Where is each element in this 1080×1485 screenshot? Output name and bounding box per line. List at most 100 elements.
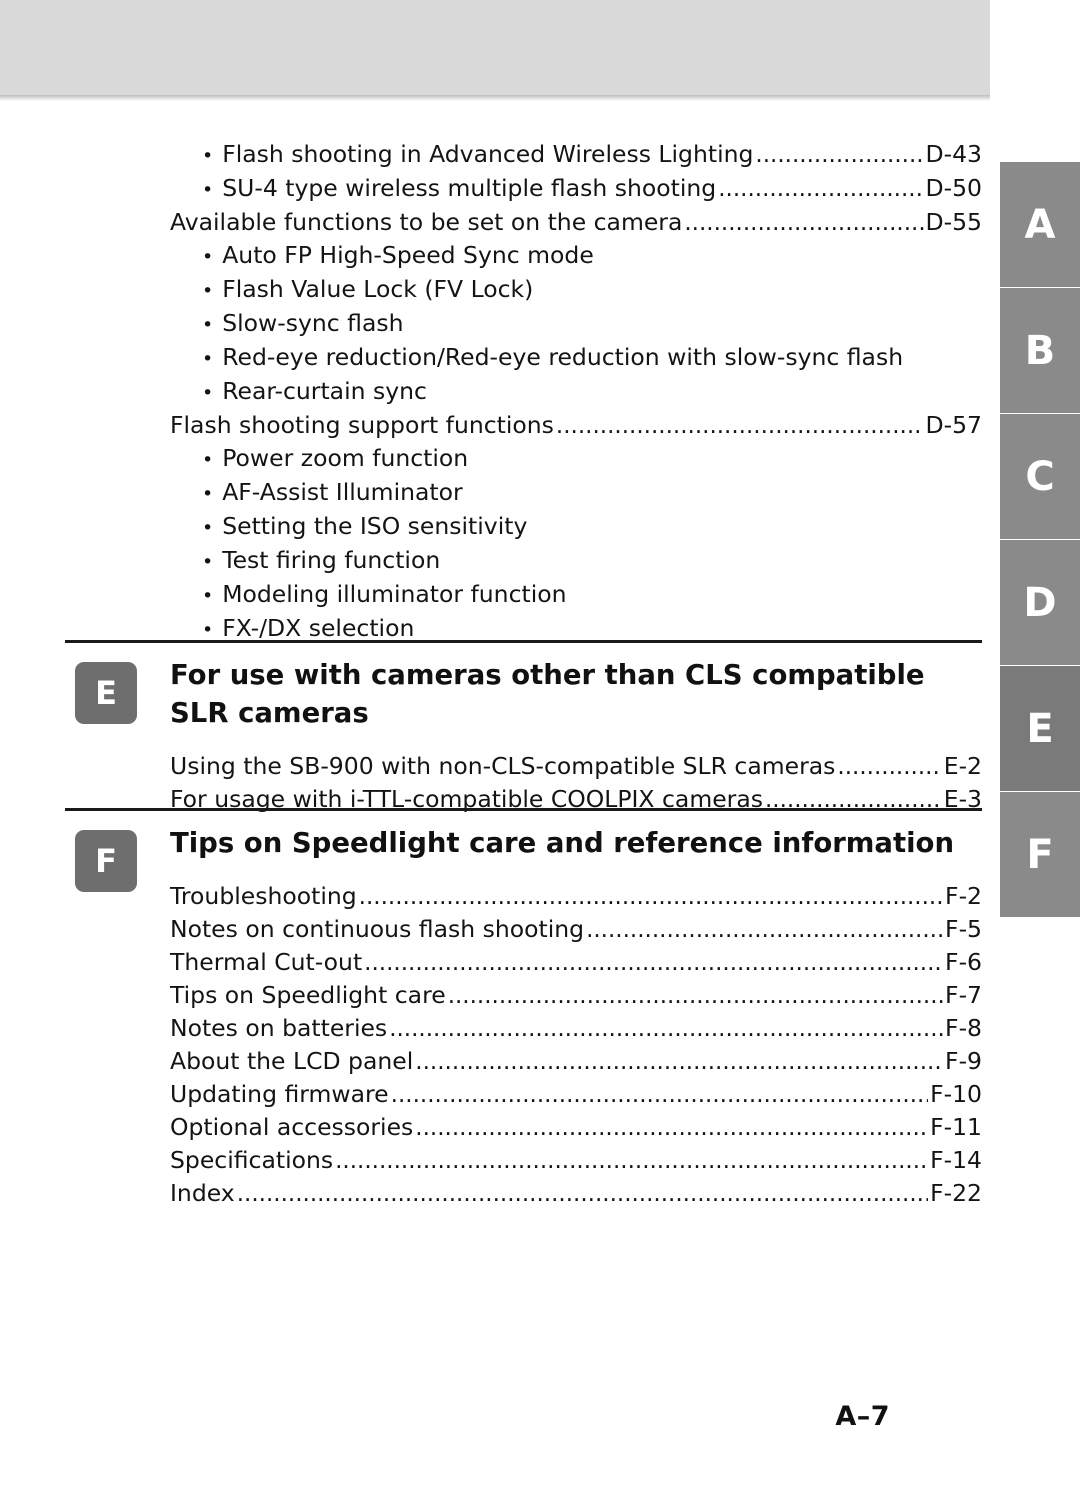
bullet-icon: •	[202, 280, 214, 302]
thumb-index-tab-e[interactable]: E	[1000, 666, 1080, 791]
bullet-icon: •	[202, 483, 214, 505]
toc-entry[interactable]: •Test firing function...................…	[170, 544, 982, 578]
bullet-icon: •	[202, 246, 214, 268]
toc-entry[interactable]: •Rear-curtain sync......................…	[170, 375, 982, 409]
toc-entry-label: Slow-sync flash	[222, 309, 404, 337]
toc-entry-label: Tips on Speedlight care	[170, 981, 446, 1009]
leader-dots: ........................................…	[755, 142, 924, 168]
leader-dots: ........................................…	[390, 1082, 929, 1108]
section-entry-list: Using the SB-900 with non-CLS-compatible…	[170, 750, 982, 816]
thumb-index-tab-c[interactable]: C	[1000, 414, 1080, 539]
toc-entry-page: F-7	[945, 981, 982, 1009]
toc-entry[interactable]: For usage with i-TTL-compatible COOLPIX …	[170, 783, 982, 816]
toc-entry[interactable]: Available functions to be set on the cam…	[170, 206, 982, 239]
leader-dots: ........................................…	[718, 176, 923, 202]
toc-entry-page: D-50	[925, 174, 982, 202]
toc-entry-label: Power zoom function	[222, 444, 469, 472]
thumb-index-tab-b[interactable]: B	[1000, 288, 1080, 413]
leader-dots: ........................................…	[236, 1181, 929, 1207]
toc-entry-label: Flash shooting in Advanced Wireless Ligh…	[222, 140, 754, 168]
leader-dots: ........................................…	[684, 210, 923, 236]
toc-entry[interactable]: Troubleshooting.........................…	[170, 880, 982, 913]
thumb-index-tab-d[interactable]: D	[1000, 540, 1080, 665]
toc-entry[interactable]: •AF-Assist Illuminator..................…	[170, 476, 982, 510]
section-title: For use with cameras other than CLS comp…	[170, 659, 925, 729]
toc-entry-page: F-2	[945, 882, 982, 910]
toc-entry-label: Thermal Cut-out	[170, 948, 363, 976]
bullet-icon: •	[202, 382, 214, 404]
toc-entry-page: F-10	[930, 1080, 982, 1108]
section-entry-list: Troubleshooting.........................…	[170, 880, 982, 1210]
toc-entry[interactable]: •Flash Value Lock (FV Lock).............…	[170, 273, 982, 307]
toc-entry-label: Notes on batteries	[170, 1014, 388, 1042]
toc-entry-page: F-6	[945, 948, 982, 976]
toc-entry-label: SU-4 type wireless multiple flash shooti…	[222, 174, 717, 202]
toc-entry-label: Red-eye reduction/Red-eye reduction with…	[222, 343, 904, 371]
toc-entry-label: About the LCD panel	[170, 1047, 414, 1075]
toc-entry-page: F-22	[930, 1179, 982, 1207]
toc-entry-page: F-8	[945, 1014, 982, 1042]
toc-entry-label: Specifications	[170, 1146, 334, 1174]
bullet-icon: •	[202, 585, 214, 607]
leader-dots: ........................................…	[837, 754, 941, 780]
toc-entry[interactable]: •Auto FP High-Speed Sync mode...........…	[170, 239, 982, 273]
toc-entry-label: Index	[170, 1179, 235, 1207]
section-title: Tips on Speedlight care and reference in…	[170, 827, 955, 859]
leader-dots: ........................................…	[389, 1016, 943, 1042]
toc-entry-page: F-9	[945, 1047, 982, 1075]
toc-entry[interactable]: Notes on batteries......................…	[170, 1012, 982, 1045]
toc-entry[interactable]: Notes on continuous flash shooting......…	[170, 913, 982, 946]
toc-entry[interactable]: Tips on Speedlight care.................…	[170, 979, 982, 1012]
toc-entry-label: Flash Value Lock (FV Lock)	[222, 275, 534, 303]
toc-entry[interactable]: • SU-4 type wireless multiple flash shoot…	[170, 172, 982, 206]
toc-entry-label: Updating firmware	[170, 1080, 389, 1108]
toc-entry[interactable]: About the LCD panel.....................…	[170, 1045, 982, 1078]
toc-entry-label: Setting the ISO sensitivity	[222, 512, 528, 540]
section-divider	[65, 640, 982, 643]
toc-entry[interactable]: • Flash shooting in Advanced Wireless Lig…	[170, 138, 982, 172]
bullet-icon: •	[202, 517, 214, 539]
section-badge-e[interactable]: E	[75, 662, 137, 724]
toc-entry-label: Troubleshooting	[170, 882, 357, 910]
leader-dots: ........................................…	[364, 950, 943, 976]
toc-entry-page: F-14	[930, 1146, 982, 1174]
toc-entry[interactable]: Optional accessories....................…	[170, 1111, 982, 1144]
toc-entry[interactable]: Updating firmware.......................…	[170, 1078, 982, 1111]
toc-entry[interactable]: •Slow-sync flash........................…	[170, 307, 982, 341]
page-header-band	[0, 0, 990, 95]
bullet-icon: •	[202, 449, 214, 471]
toc-entry-label: Flash shooting support functions	[170, 411, 554, 439]
toc-entry[interactable]: •Modeling illuminator function..........…	[170, 578, 982, 612]
toc-entry-page: D-55	[925, 208, 982, 236]
thumb-index-tab-a[interactable]: A	[1000, 162, 1080, 287]
section-badge-f[interactable]: F	[75, 830, 137, 892]
toc-entry[interactable]: Thermal Cut-out.........................…	[170, 946, 982, 979]
toc-entry-label: Available functions to be set on the cam…	[170, 208, 683, 236]
toc-entry[interactable]: Index...................................…	[170, 1177, 982, 1210]
thumb-index-tab-f[interactable]: F	[1000, 792, 1080, 917]
bullet-icon: •	[202, 551, 214, 573]
leader-dots: ........................................…	[447, 983, 944, 1009]
toc-entry-label: Modeling illuminator function	[222, 580, 567, 608]
leader-dots: ........................................…	[358, 884, 944, 910]
toc-entry[interactable]: •Power zoom function....................…	[170, 442, 982, 476]
toc-entry-page: E-2	[943, 752, 982, 780]
toc-entry-label: Test firing function	[222, 546, 441, 574]
toc-entry-label: AF-Assist Illuminator	[222, 478, 463, 506]
toc-entry[interactable]: Specifications..........................…	[170, 1144, 982, 1177]
leader-dots: ........................................…	[415, 1115, 928, 1141]
bullet-icon: •	[202, 314, 214, 336]
toc-top-entries: • Flash shooting in Advanced Wireless Lig…	[170, 138, 982, 646]
toc-entry[interactable]: •Setting the ISO sensitivity............…	[170, 510, 982, 544]
toc-entry-page: F-5	[945, 915, 982, 943]
toc-entry-label: Optional accessories	[170, 1113, 414, 1141]
toc-entry[interactable]: • Red-eye reduction/Red-eye reduction wit…	[170, 341, 982, 375]
bullet-icon: •	[202, 348, 214, 370]
leader-dots: ........................................…	[586, 917, 944, 943]
leader-dots: ........................................…	[335, 1148, 928, 1174]
toc-entry[interactable]: Using the SB-900 with non-CLS-compatible…	[170, 750, 982, 783]
thumb-index-rail: ABCDEF	[1000, 0, 1080, 1485]
toc-entry-page: D-43	[925, 140, 982, 168]
toc-entry[interactable]: Flash shooting support functions........…	[170, 409, 982, 442]
page-content: • Flash shooting in Advanced Wireless Lig…	[0, 0, 990, 1485]
